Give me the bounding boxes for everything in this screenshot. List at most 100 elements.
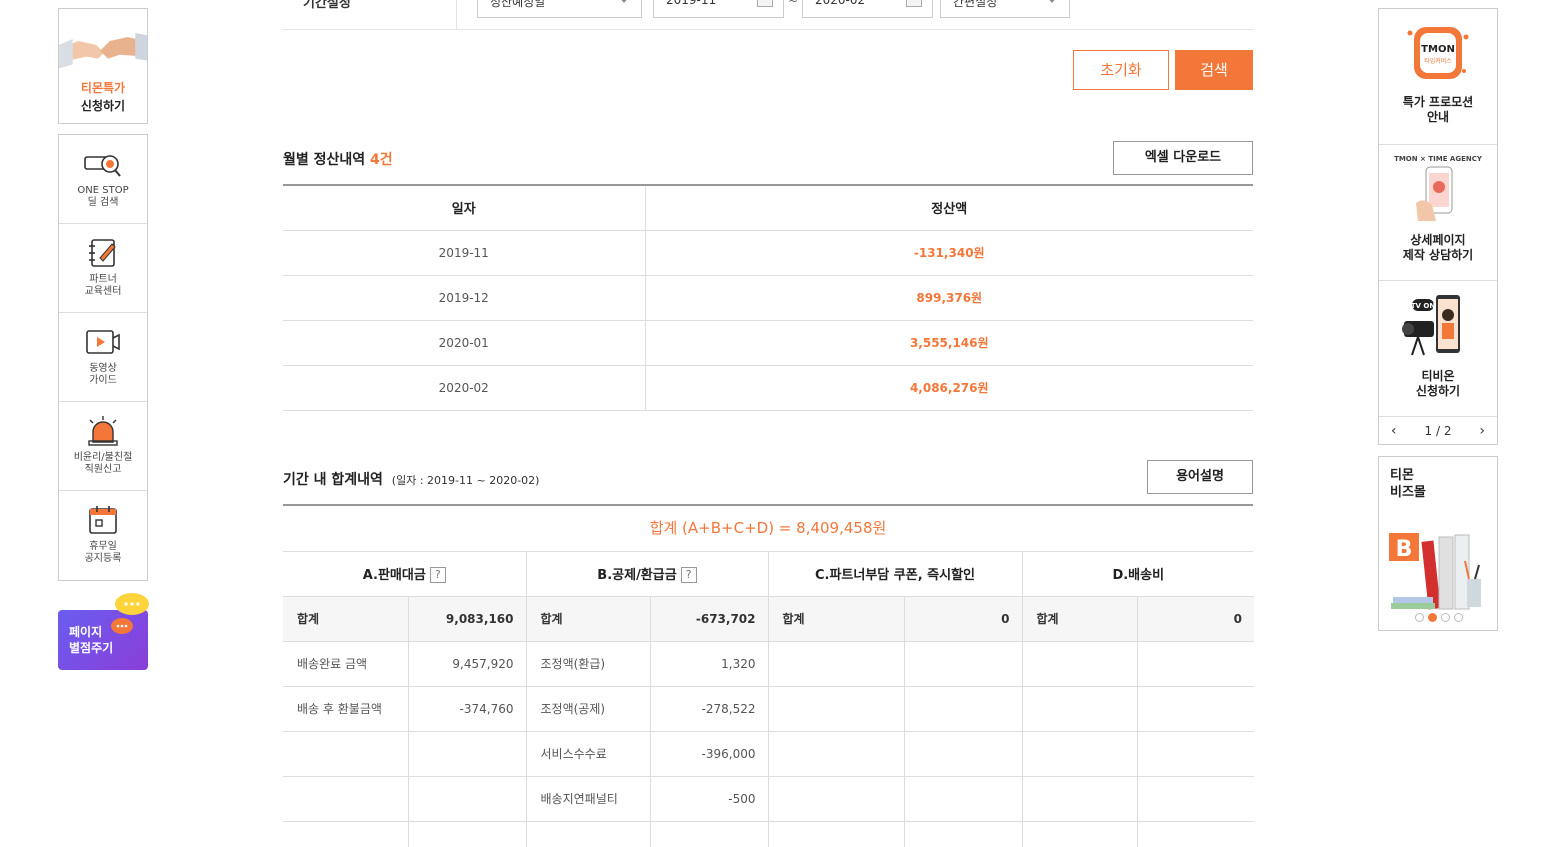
- table-row: 2019-11 -131,340원: [283, 230, 1253, 276]
- carousel-dot[interactable]: [1441, 613, 1450, 622]
- quick-period-value: 간편설정: [953, 0, 998, 9]
- side-menu-label: 파트너 교육센터: [84, 274, 122, 297]
- column-header-date: 일자: [283, 185, 646, 231]
- summary-item-label: 조정액(공제): [526, 686, 651, 732]
- table-row: 배송완료 금액 9,457,920 조정액(환급) 1,320: [283, 641, 1254, 687]
- notebook-pen-icon: [89, 239, 116, 267]
- side-menu-item-onestop[interactable]: ONE STOP 딜 검색: [59, 135, 147, 224]
- siren-icon: [88, 416, 118, 446]
- calendar-icon[interactable]: [757, 0, 773, 7]
- banner-promotion-guide[interactable]: TMON 타임커머스 특가 프로모션 안내: [1379, 9, 1497, 145]
- banner-tvon-apply[interactable]: TV ON 티비온 신청하기: [1379, 281, 1497, 417]
- row-amount: 4,086,276원: [645, 365, 1253, 411]
- chevron-down-icon: [1047, 0, 1057, 3]
- table-row: [283, 821, 1254, 847]
- divider: [456, 0, 457, 30]
- banner-label: 티비온 신청하기: [1415, 369, 1461, 398]
- summary-item-label: [526, 821, 651, 847]
- period-filter-label: 기간설정: [303, 0, 351, 11]
- carousel-dot[interactable]: [1415, 613, 1424, 622]
- summary-item-value: 0: [1137, 596, 1254, 642]
- summary-item-label: [1022, 686, 1138, 732]
- summary-item-value: [408, 776, 527, 822]
- summary-item-label: 배송완료 금액: [283, 641, 409, 687]
- period-summary-title-text: 기간 내 합계내역: [283, 472, 383, 488]
- summary-item-label: [283, 821, 409, 847]
- table-row: 배송 후 환불금액 -374,760 조정액(공제) -278,522: [283, 686, 1254, 732]
- right-banner-panel: TMON 타임커머스 특가 프로모션 안내 TMON × TIME AGENCY…: [1378, 8, 1498, 445]
- summary-item-value: 9,457,920: [408, 641, 527, 687]
- carousel-dot[interactable]: [1428, 613, 1437, 622]
- summary-item-label: [768, 686, 905, 732]
- chevron-left-icon[interactable]: ‹: [1391, 423, 1397, 439]
- end-date-value: 2020-02: [815, 0, 866, 7]
- side-menu-item-holiday[interactable]: 휴무일 공지등록: [59, 491, 147, 580]
- summary-item-value: 0: [904, 596, 1023, 642]
- summary-item-value: [1137, 821, 1254, 847]
- summary-total-row: 합계 9,083,160 합계 -673,702 합계 0 합계 0: [283, 596, 1254, 642]
- table-row: 2019-12 899,376원: [283, 275, 1253, 321]
- carousel-dot[interactable]: [1454, 613, 1463, 622]
- banner-label: 특가 프로모션 안내: [1402, 95, 1474, 124]
- row-amount: 3,555,146원: [645, 320, 1253, 366]
- summary-item-label: [1022, 821, 1138, 847]
- search-button[interactable]: 검색: [1175, 50, 1253, 90]
- summary-item-value: -396,000: [650, 731, 769, 777]
- period-summary-subtitle: (일자 : 2019-11 ~ 2020-02): [391, 474, 540, 487]
- monthly-title-text: 월별 정산내역: [283, 152, 366, 168]
- side-menu: ONE STOP 딜 검색 파트너 교육센터 동영상 가이드 비윤리/불친절 직…: [58, 134, 148, 581]
- summary-item-label: [1022, 776, 1138, 822]
- summary-item-label: [283, 776, 409, 822]
- summary-item-value: [408, 731, 527, 777]
- row-date: 2020-02: [283, 365, 646, 411]
- summary-item-value: [1137, 641, 1254, 687]
- column-header-shipping: D.배송비: [1022, 551, 1254, 597]
- date-type-select[interactable]: 정산예정일: [477, 0, 642, 18]
- start-date-input[interactable]: 2019-11: [653, 0, 784, 18]
- end-date-input[interactable]: 2020-02: [802, 0, 933, 18]
- column-header-deduction: B.공제/환급금?: [526, 551, 769, 597]
- quick-period-select[interactable]: 간편설정: [940, 0, 1070, 18]
- promo-subtitle: 신청하기: [80, 99, 126, 113]
- table-row: 2020-02 4,086,276원: [283, 365, 1253, 411]
- tmon-logo-text: TMON: [1421, 44, 1455, 55]
- row-date: 2020-01: [283, 320, 646, 366]
- side-menu-item-video[interactable]: 동영상 가이드: [59, 313, 147, 402]
- summary-item-value: [408, 821, 527, 847]
- chat-bubble-icon: [111, 593, 149, 634]
- summary-item-value: [904, 821, 1023, 847]
- banner-label: 상세페이지 제작 상담하기: [1402, 233, 1474, 262]
- sales-header-label: A.판매대금: [362, 567, 426, 583]
- summary-item-value: [904, 641, 1023, 687]
- summary-item-value: 1,320: [650, 641, 769, 687]
- bizmall-stationery-image: B: [1389, 533, 1481, 610]
- rate-page-button[interactable]: 페이지 별점주기: [58, 593, 149, 670]
- bizmall-title: 티몬 비즈몰: [1390, 468, 1426, 500]
- chevron-right-icon[interactable]: ›: [1479, 423, 1485, 439]
- column-header-amount: 정산액: [645, 185, 1253, 231]
- summary-item-value: -278,522: [650, 686, 769, 732]
- summary-item-label: 배송 후 환불금액: [283, 686, 409, 732]
- summary-item-value: -374,760: [408, 686, 527, 732]
- reset-button[interactable]: 초기화: [1073, 50, 1169, 90]
- side-menu-item-report[interactable]: 비윤리/불친절 직원신고: [59, 402, 147, 491]
- column-header-sales: A.판매대금?: [283, 551, 527, 597]
- glossary-button[interactable]: 용어설명: [1147, 460, 1253, 494]
- row-date: 2019-12: [283, 275, 646, 321]
- summary-item-value: [650, 821, 769, 847]
- bizmall-logo: B: [1396, 537, 1413, 562]
- monthly-section-title: 월별 정산내역 4건: [283, 149, 393, 169]
- help-icon[interactable]: ?: [429, 567, 446, 583]
- table-row: 서비스수수료 -396,000: [283, 731, 1254, 777]
- bizmall-banner[interactable]: 티몬 비즈몰 B: [1378, 456, 1498, 631]
- banner-detailpage-consult[interactable]: TMON × TIME AGENCY 상세페이지 제작 상담하기: [1379, 145, 1497, 281]
- side-menu-item-education[interactable]: 파트너 교육센터: [59, 224, 147, 313]
- row-date: 2019-11: [283, 230, 646, 276]
- summary-item-value: [904, 731, 1023, 777]
- help-icon[interactable]: ?: [680, 567, 697, 583]
- promo-apply-button[interactable]: 티몬특가 신청하기: [58, 8, 148, 124]
- side-menu-label: 동영상 가이드: [89, 363, 117, 386]
- calendar-icon[interactable]: [906, 0, 922, 7]
- excel-download-button[interactable]: 엑셀 다운로드: [1113, 141, 1253, 175]
- period-summary-table: A.판매대금? B.공제/환급금? C.파트너부담 쿠폰, 즉시할인 D.배송비…: [283, 551, 1254, 847]
